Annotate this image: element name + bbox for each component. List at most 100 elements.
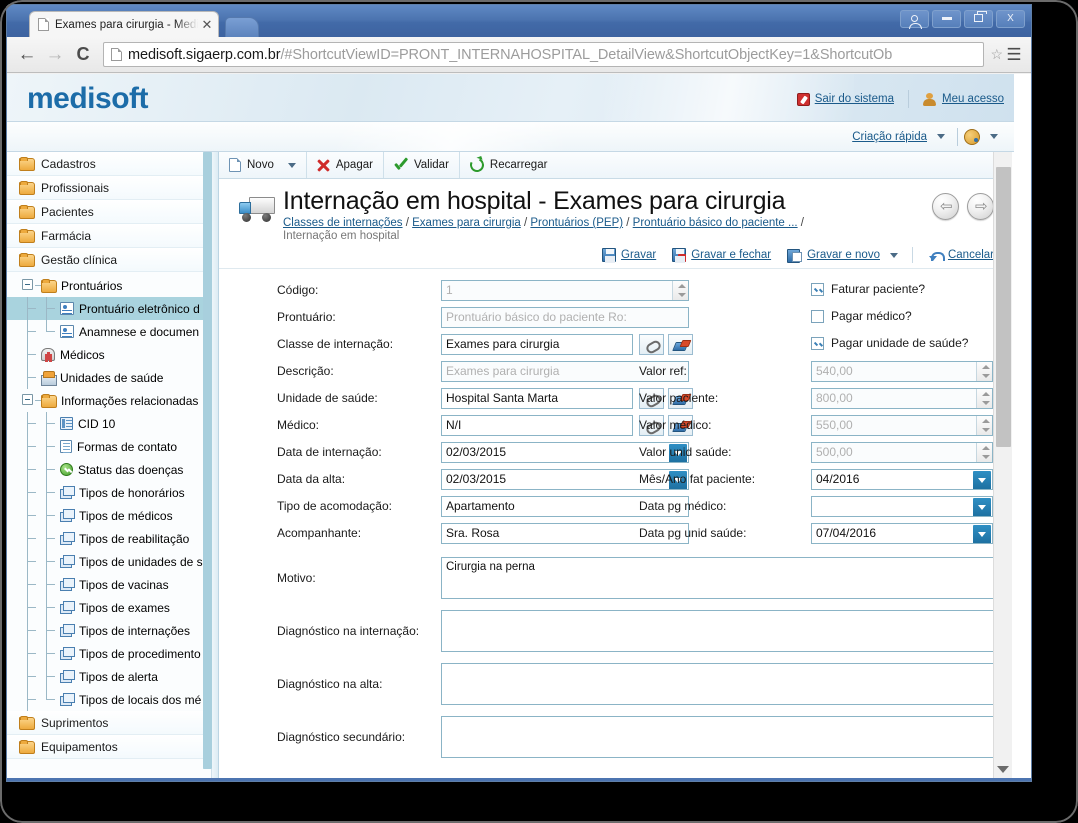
page-scrollbar[interactable]	[993, 152, 1012, 781]
address-bar[interactable]: medisoft.sigaerp.com.br/#ShortcutViewID=…	[103, 42, 985, 67]
sidebar-item-informa-es-relacionadas[interactable]: Informações relacionadas	[7, 389, 211, 412]
sidebar-item-farm-cia[interactable]: Farmácia	[7, 224, 211, 248]
sidebar-item-tipos-de-alerta[interactable]: Tipos de alerta	[7, 665, 211, 688]
tree-expander-icon[interactable]	[20, 389, 41, 412]
sidebar-item-status-das-doen-as[interactable]: Status das doenças	[7, 458, 211, 481]
checkbox[interactable]	[811, 282, 824, 296]
folder-icon	[19, 740, 35, 754]
sidebar-item-tipos-de-reabilita-o[interactable]: Tipos de reabilitação	[7, 527, 211, 550]
sidebar-scrollbar[interactable]	[203, 152, 212, 769]
calendar-dropdown-icon[interactable]	[973, 497, 991, 516]
sidebar-item-tipos-de-vacinas[interactable]: Tipos de vacinas	[7, 573, 211, 596]
sidebar-item-formas-de-contato[interactable]: Formas de contato	[7, 435, 211, 458]
back-button[interactable]: ←	[13, 44, 41, 66]
bookmark-star-icon[interactable]: ☆	[990, 46, 1003, 63]
sidebar-scrollbar-thumb[interactable]	[203, 152, 212, 769]
quick-create-chevron-down-icon[interactable]	[937, 134, 945, 139]
breadcrumb-link[interactable]: Prontuário básico do paciente ...	[633, 217, 798, 229]
forward-button[interactable]: →	[41, 44, 69, 66]
navigation-sidebar[interactable]: Cadastros Profissionais Pacientes Farmácia G…	[7, 152, 212, 781]
my-access-link[interactable]: Meu acesso	[922, 92, 1004, 106]
sidebar-item-cid-10[interactable]: CID 10	[7, 412, 211, 435]
sidebar-splitter[interactable]	[212, 152, 219, 781]
new-tab-button[interactable]	[225, 17, 259, 37]
cancel-label: Cancelar	[947, 249, 994, 261]
close-window-button[interactable]: X	[996, 10, 1025, 28]
minimize-button[interactable]	[932, 10, 961, 28]
theme-palette-icon[interactable]	[964, 128, 980, 145]
lookup-link-button[interactable]	[639, 333, 664, 355]
textarea[interactable]	[441, 716, 1001, 758]
new-button[interactable]: Novo	[219, 152, 306, 178]
sidebar-item-tipos-de-unidades-de-s[interactable]: Tipos de unidades de s	[7, 550, 211, 573]
textarea[interactable]	[441, 610, 1001, 652]
tree-expander-icon[interactable]	[20, 274, 41, 297]
field-input[interactable]: Exames para cirurgia	[441, 333, 633, 355]
cancel-button[interactable]: Cancelar	[928, 249, 994, 262]
validate-button[interactable]: Validar	[384, 152, 459, 178]
calendar-dropdown-icon[interactable]	[973, 470, 991, 489]
breadcrumb-link[interactable]: Prontuários (PEP)	[530, 217, 623, 229]
save-and-close-button[interactable]: Gravar e fechar	[672, 248, 771, 263]
checkbox[interactable]	[811, 309, 824, 323]
sidebar-item-profissionais[interactable]: Profissionais	[7, 176, 211, 200]
quick-create-link[interactable]: Criação rápida	[852, 131, 927, 143]
sidebar-item-tipos-de-procedimento[interactable]: Tipos de procedimento	[7, 642, 211, 665]
spinner-stepper[interactable]	[976, 415, 992, 435]
reload-button[interactable]: C	[69, 44, 97, 65]
next-record-button[interactable]: ⇨	[967, 193, 994, 220]
sidebar-item-prontu-rio-eletr-nico-d[interactable]: Prontuário eletrônico d	[7, 297, 211, 320]
breadcrumb-link[interactable]: Exames para cirurgia	[412, 217, 521, 229]
delete-button[interactable]: Apagar	[307, 152, 383, 178]
breadcrumb-link[interactable]: Classes de internações	[283, 217, 403, 229]
lookup-clear-button[interactable]	[668, 333, 693, 355]
sidebar-item-equipamentos[interactable]: Equipamentos	[7, 735, 211, 759]
sidebar-item-tipos-de-honor-rios[interactable]: Tipos de honorários	[7, 481, 211, 504]
sidebar-item-tipos-de-exames[interactable]: Tipos de exames	[7, 596, 211, 619]
previous-record-button[interactable]: ⇦	[932, 193, 959, 220]
checkbox-row[interactable]: Pagar unidade de saúde?	[811, 336, 968, 350]
logout-link[interactable]: Sair do sistema	[796, 92, 894, 106]
scroll-down-arrow-icon[interactable]	[997, 766, 1009, 773]
calendar-dropdown-icon[interactable]	[973, 524, 991, 543]
save-button[interactable]: Gravar	[602, 248, 656, 263]
spinner-stepper[interactable]	[976, 388, 992, 408]
breadcrumb-separator: /	[797, 217, 804, 229]
sidebar-item-gest-o-cl-nica[interactable]: Gestão clínica	[7, 248, 211, 272]
save-options-chevron-down-icon[interactable]	[889, 252, 898, 258]
close-tab-icon[interactable]: ✕	[200, 18, 214, 32]
theme-chevron-down-icon[interactable]	[990, 134, 998, 139]
field-input[interactable]: 07/04/2016	[811, 522, 993, 544]
reload-record-button[interactable]: Recarregar	[460, 152, 558, 178]
spinner-stepper[interactable]	[976, 442, 992, 462]
sidebar-item-suprimentos[interactable]: Suprimentos	[7, 711, 211, 735]
checkbox-row[interactable]: Pagar médico?	[811, 309, 912, 323]
textarea[interactable]	[441, 663, 1001, 705]
spinner-stepper[interactable]	[672, 280, 688, 300]
sidebar-item-anamnese-e-documen[interactable]: Anamnese e documen	[7, 320, 211, 343]
new-chevron-down-icon[interactable]	[287, 162, 296, 168]
sidebar-item-cadastros[interactable]: Cadastros	[7, 152, 211, 176]
sidebar-item-pacientes[interactable]: Pacientes	[7, 200, 211, 224]
checkbox[interactable]	[811, 336, 824, 350]
url-host: medisoft.sigaerp.com.br	[128, 46, 281, 63]
field-input[interactable]	[811, 495, 993, 517]
user-profile-button[interactable]	[900, 10, 929, 29]
checkbox-row[interactable]: Faturar paciente?	[811, 282, 925, 296]
sidebar-item-tipos-de-m-dicos[interactable]: Tipos de médicos	[7, 504, 211, 527]
field-input[interactable]: 04/2016	[811, 468, 993, 490]
sidebar-item-m-dicos[interactable]: Médicos	[7, 343, 211, 366]
textarea[interactable]: Cirurgia na perna	[441, 557, 1001, 599]
sidebar-item-tipos-de-locais-dos-m[interactable]: Tipos de locais dos mé	[7, 688, 211, 711]
maximize-button[interactable]	[964, 10, 993, 28]
sidebar-item-prontu-rios[interactable]: Prontuários	[7, 274, 211, 297]
spinner-stepper[interactable]	[976, 361, 992, 381]
tree-line	[39, 642, 55, 665]
breadcrumb-separator: /	[520, 217, 531, 229]
sidebar-item-unidades-de-sa-de[interactable]: Unidades de saúde	[7, 366, 211, 389]
sidebar-item-tipos-de-interna-es[interactable]: Tipos de internações	[7, 619, 211, 642]
browser-tab[interactable]: Exames para cirurgia - Medis ✕	[29, 11, 219, 37]
save-and-new-button[interactable]: Gravar e novo	[787, 248, 880, 263]
browser-menu-icon[interactable]: ☰	[1003, 45, 1025, 65]
page-scrollbar-thumb[interactable]	[996, 167, 1011, 447]
